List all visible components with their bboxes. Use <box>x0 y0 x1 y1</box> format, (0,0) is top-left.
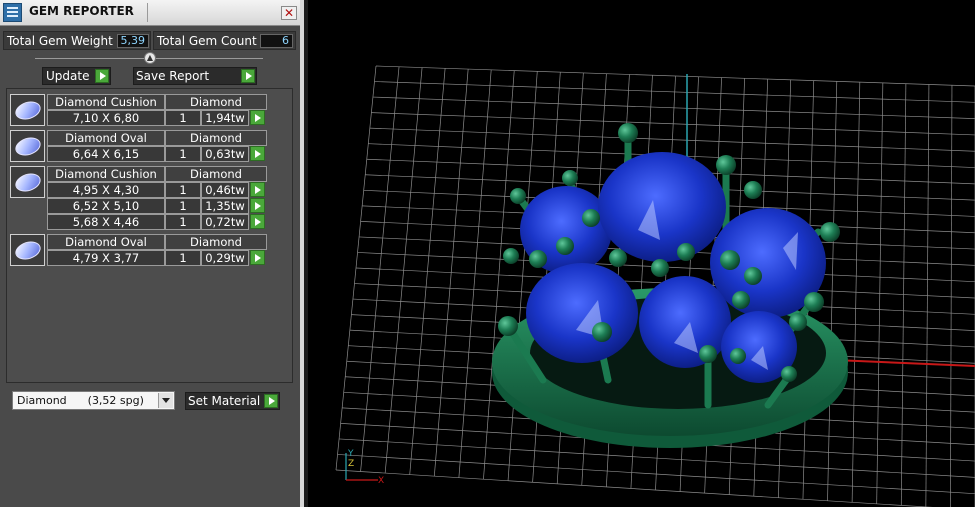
gem-size: 6,64 X 6,15 <box>47 146 165 162</box>
gem-cushion-front-center <box>639 276 731 368</box>
total-gem-count-label: Total Gem Count <box>157 34 257 48</box>
gem-thumbnail-icon[interactable] <box>10 234 45 266</box>
gem-weight: 0,72tw <box>201 214 249 230</box>
chevron-down-icon[interactable] <box>158 393 173 408</box>
gem-reporter-panel: GEM REPORTER ✕ Total Gem Weight 5,39 Tot… <box>0 0 300 507</box>
select-gem-button[interactable] <box>250 214 265 229</box>
gem-weight: 0,29tw <box>201 250 249 266</box>
gem-cushion-large <box>598 152 726 262</box>
gem-thumbnail-icon[interactable] <box>10 94 45 126</box>
gem-group-name: Diamond Cushion <box>47 166 165 182</box>
gem-weight: 0,46tw <box>201 182 249 198</box>
collapse-toggle[interactable]: ▲ <box>144 52 156 64</box>
gem-group-material: Diamond <box>165 234 267 250</box>
3d-viewport[interactable]: Y Z X <box>308 0 975 507</box>
total-gem-count-value: 6 <box>260 34 293 48</box>
select-gem-button[interactable] <box>250 198 265 213</box>
save-report-button-label: Save Report <box>136 69 210 83</box>
update-button-label: Update <box>46 69 90 83</box>
gem-group-name: Diamond Oval <box>47 234 165 250</box>
gem-qty: 1 <box>165 198 201 214</box>
window-title: GEM REPORTER <box>29 4 134 18</box>
total-gem-weight-box: Total Gem Weight 5,39 <box>3 31 151 50</box>
gem-thumbnail-icon[interactable] <box>10 130 45 162</box>
gem-qty: 1 <box>165 250 201 266</box>
grid-line <box>337 454 975 495</box>
gem-size: 4,95 X 4,30 <box>47 182 165 198</box>
gem-reporter-icon <box>3 3 22 22</box>
gem-size: 5,68 X 4,46 <box>47 214 165 230</box>
gizmo-z-label: Z <box>348 459 354 469</box>
axis-gizmo: Y Z X <box>345 449 384 486</box>
gem-size: 6,52 X 5,10 <box>47 198 165 214</box>
gem-group-material: Diamond <box>165 94 267 110</box>
set-material-button[interactable]: Set Material <box>185 392 280 410</box>
gem-qty: 1 <box>165 146 201 162</box>
gizmo-y-label: Y <box>347 449 354 459</box>
play-arrow-icon <box>264 394 278 408</box>
gem-qty: 1 <box>165 214 201 230</box>
title-bar: GEM REPORTER ✕ <box>0 0 300 26</box>
save-report-button[interactable]: Save Report <box>133 67 257 85</box>
play-arrow-icon <box>95 69 109 83</box>
update-button[interactable]: Update <box>42 67 111 85</box>
gem-group-material: Diamond <box>165 130 267 146</box>
play-arrow-icon <box>241 69 255 83</box>
gizmo-x-label: X <box>378 476 384 486</box>
ring-model[interactable] <box>492 123 848 448</box>
total-gem-weight-value: 5,39 <box>117 34 149 48</box>
material-select-value: Diamond (3,52 spg) <box>17 394 144 407</box>
gem-qty: 1 <box>165 182 201 198</box>
select-gem-button[interactable] <box>250 250 265 265</box>
gem-weight: 1,35tw <box>201 198 249 214</box>
gem-qty: 1 <box>165 110 201 126</box>
gem-weight: 1,94tw <box>201 110 249 126</box>
close-icon[interactable]: ✕ <box>281 6 297 20</box>
gem-size: 4,79 X 3,77 <box>47 250 165 266</box>
gem-size: 7,10 X 6,80 <box>47 110 165 126</box>
gem-group-name: Diamond Cushion <box>47 94 165 110</box>
gem-cushion-front-left <box>526 263 638 363</box>
select-gem-button[interactable] <box>250 146 265 161</box>
select-gem-button[interactable] <box>250 110 265 125</box>
gem-weight: 0,63tw <box>201 146 249 162</box>
select-gem-button[interactable] <box>250 182 265 197</box>
material-select[interactable]: Diamond (3,52 spg) <box>12 391 175 410</box>
gem-group-name: Diamond Oval <box>47 130 165 146</box>
set-material-button-label: Set Material <box>188 394 261 408</box>
viewport-scene: Y Z X <box>335 65 975 507</box>
title-divider <box>147 3 148 22</box>
gem-thumbnail-icon[interactable] <box>10 166 45 198</box>
gem-group-material: Diamond <box>165 166 267 182</box>
total-gem-count-box: Total Gem Count 6 <box>153 31 296 50</box>
total-gem-weight-label: Total Gem Weight <box>7 34 113 48</box>
